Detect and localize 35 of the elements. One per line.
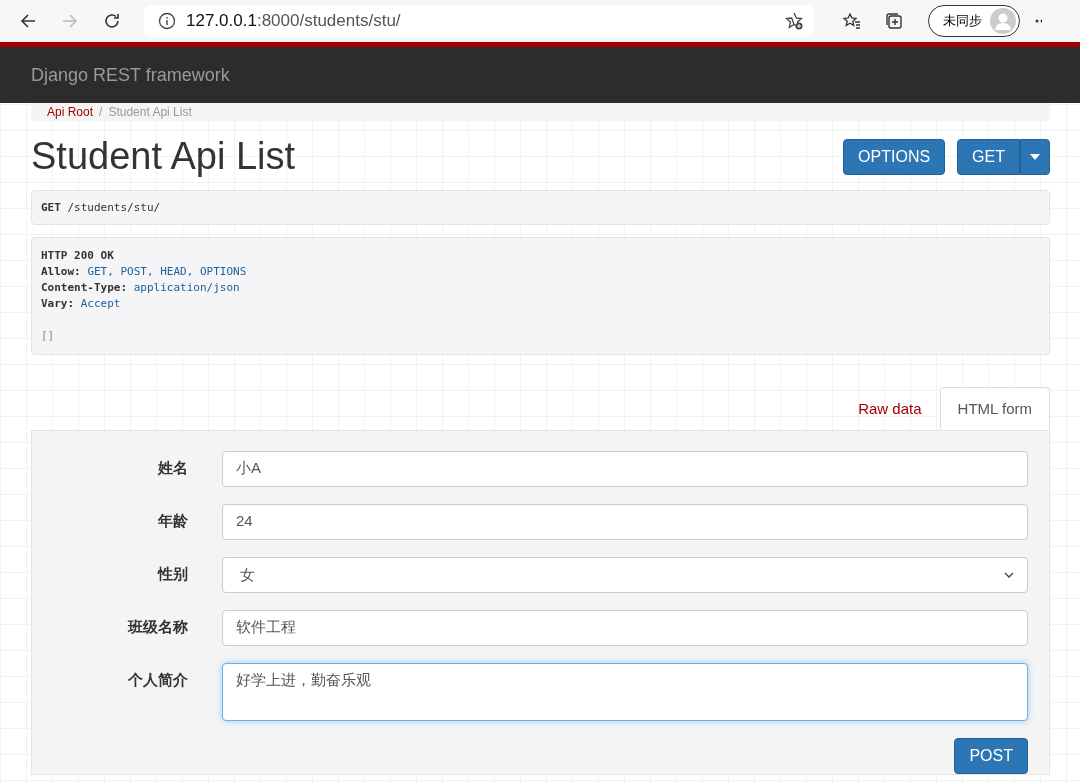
response-status: HTTP 200 OK [41,248,115,264]
form-tab[interactable]: HTML form [939,387,1050,430]
form-tab[interactable]: Raw data [840,387,940,430]
get-button[interactable]: GET [957,138,1020,175]
field-label: 年龄 [157,511,189,531]
url-text: 127.0.0.1:8000/students/stu/ [186,11,402,31]
field-label: 个人简介 [127,670,189,690]
textarea-field[interactable]: 好学上进，勤奋乐观 [222,663,1028,721]
caret-icon [1030,153,1040,160]
field-label: 姓名 [157,458,189,478]
input-field[interactable]: 小A [222,451,1028,487]
chevron-down-icon [1004,572,1014,578]
breadcrumb-item[interactable]: Api Root [47,105,94,119]
add-favorite-icon[interactable] [784,11,804,31]
breadcrumb-separator: / [99,105,103,119]
field-label: 班级名称 [126,617,189,637]
info-icon[interactable] [158,12,176,30]
input-field[interactable]: 24 [222,504,1028,540]
options-button[interactable]: OPTIONS [843,138,946,175]
response-header: Content-Type: application/json [41,280,241,296]
response-header: Allow: GET, POST, HEAD, OPTIONS [41,264,248,280]
avatar-icon [990,8,1016,34]
post-button[interactable]: POST [954,738,1028,774]
input-field[interactable]: 软件工程 [222,610,1028,646]
select-field[interactable]: 女 [222,557,1028,593]
field-label: 性别 [156,564,189,584]
breadcrumb-item: Student Api List [108,105,192,119]
dropdown-button[interactable] [1020,138,1050,175]
response-body: [] [41,328,56,344]
brand-link[interactable]: Django REST framework [31,64,230,86]
request-line: GET /students/stu/ [41,201,161,214]
response-header: Vary: Accept [41,296,122,312]
address-bar[interactable]: 127.0.0.1:8000/students/stu/ [144,5,814,37]
page-title: Student Api List [31,135,296,178]
profile-button[interactable]: 未同步 [928,5,1020,37]
